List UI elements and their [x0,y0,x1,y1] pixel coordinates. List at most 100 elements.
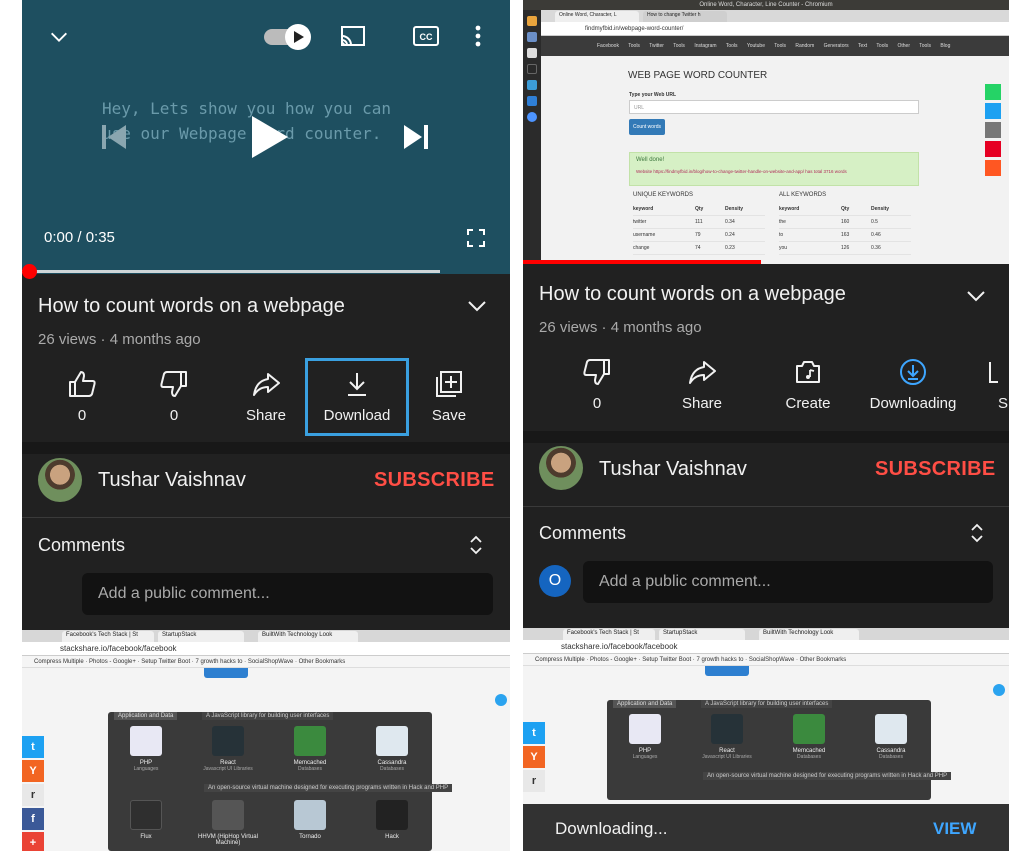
vscode-icon [527,80,537,90]
whatsapp-icon[interactable] [985,84,1001,100]
dislike-button[interactable]: 0 [126,369,222,424]
memcached-logo-icon [793,714,825,744]
progress-bar[interactable] [523,260,762,264]
table-cell: 0.36 [871,245,881,251]
progress-bar[interactable] [22,264,440,279]
table-cell: 74 [695,245,701,251]
plus-icon[interactable]: + [22,832,44,851]
like-button[interactable]: 0 [34,369,130,424]
browser-address-bar: findmyfbid.in/webpage-word-counter/ [541,22,1009,36]
tech-react[interactable]: React Javascript UI Libraries [697,714,757,760]
autoplay-toggle-icon[interactable] [262,22,314,52]
video-player[interactable]: Hey, Lets show you how you can use our W… [22,0,510,279]
expand-description-icon[interactable] [965,288,987,309]
tech-tornado[interactable]: Tornado [280,800,340,840]
channel-name[interactable]: Tushar Vaishnav [599,458,747,481]
url-field[interactable]: URL [629,100,919,114]
browser-tab: BuiltWith Technology Look [258,631,358,642]
more-share-icon[interactable] [985,160,1001,176]
snackbar: Downloading... VIEW [523,804,1009,851]
cast-icon[interactable] [338,24,368,50]
table-cell: 160 [841,219,850,225]
count-words-button[interactable]: Count words [629,119,665,135]
tooltip: A JavaScript library for building user i… [701,700,833,708]
table-header-cell: Qty [841,206,850,212]
tech-hhvm[interactable]: HHVM (HipHop Virtual Machine) [198,800,258,846]
tech-name: Tornado [299,834,321,840]
video-overlay-text: Hey, Lets show you how you can use our W… [102,99,391,143]
play-icon[interactable] [248,114,290,160]
share-label: Share [245,407,287,424]
reddit-icon[interactable]: r [22,784,44,806]
video-title: How to count words on a webpage [38,295,345,317]
next-video-preview[interactable]: Facebook's Tech Stack | St StartupStack … [523,628,1009,851]
table-header-cell: keyword [779,206,800,212]
tech-cassandra[interactable]: Cassandra Databases [861,714,921,760]
download-highlight-box [305,358,409,436]
pinterest-icon[interactable] [985,141,1001,157]
view-button[interactable]: VIEW [933,819,976,839]
subscribe-button[interactable]: SUBSCRIBE [374,469,495,492]
dislike-button[interactable]: 0 [549,357,645,412]
create-button[interactable]: Create [760,357,856,412]
tech-php[interactable]: PHP Languages [116,726,176,772]
captions-icon[interactable]: CC [412,24,440,48]
tech-react[interactable]: React Javascript UI Libraries [198,726,258,772]
fullscreen-icon[interactable] [466,228,486,248]
table-row: to 163 0.46 [779,229,911,242]
table-cell: twitter [633,219,647,225]
tech-php[interactable]: PHP Languages [615,714,675,760]
ycombinator-icon[interactable]: Y [22,760,44,782]
comments-heading[interactable]: Comments [38,535,125,556]
share-sidebar [985,84,1001,180]
subscribe-button[interactable]: SUBSCRIBE [875,458,996,481]
channel-name[interactable]: Tushar Vaishnav [98,469,246,492]
share-button[interactable]: Share [218,369,314,424]
save-button[interactable]: S [955,357,1009,412]
chevron-down-icon[interactable] [48,26,70,48]
more-vert-icon[interactable] [474,24,482,48]
twitter-icon[interactable]: t [523,722,545,744]
tech-stack-panel: Application and Data A JavaScript librar… [108,712,453,851]
terminal-icon [527,64,537,74]
browser-address-bar: stackshare.io/facebook/facebook [523,640,1009,654]
channel-avatar[interactable] [38,458,82,502]
video-player[interactable]: Online Word, Character, Line Counter - C… [523,0,1009,264]
all-keywords-heading: ALL KEYWORDS [779,192,827,198]
tech-category: Javascript UI Libraries [702,754,752,760]
section-divider [22,442,510,454]
tech-category: Javascript UI Libraries [203,766,253,772]
next-video-preview[interactable]: Facebook's Tech Stack | St StartupStack … [22,630,510,851]
right-screenshot: Online Word, Character, Line Counter - C… [523,0,1009,851]
tech-hack[interactable]: Hack [362,800,422,840]
table-cell: 111 [695,219,703,225]
progress-scrubber[interactable] [22,264,37,279]
thumbs-up-icon [69,371,96,397]
tech-memcached[interactable]: Memcached Databases [779,714,839,760]
comment-input[interactable]: Add a public comment... [82,573,493,615]
email-icon[interactable] [985,122,1001,138]
reddit-icon[interactable]: r [523,770,545,792]
channel-avatar[interactable] [539,446,583,490]
tech-memcached[interactable]: Memcached Databases [280,726,340,772]
next-icon[interactable] [402,122,430,152]
twitter-icon[interactable] [985,103,1001,119]
comment-input[interactable]: Add a public comment... [583,561,993,603]
table-header-row: keyword Qty Density [633,203,765,216]
create-icon [796,361,820,383]
tech-cassandra[interactable]: Cassandra Databases [362,726,422,772]
table-cell: 163 [841,232,850,238]
twitter-icon[interactable]: t [22,736,44,758]
facebook-icon[interactable]: f [22,808,44,830]
expand-comments-icon[interactable] [468,533,484,562]
previous-icon[interactable] [100,122,128,152]
downloading-button[interactable]: Downloading [865,357,961,412]
save-button[interactable]: Save [401,369,497,424]
comments-heading[interactable]: Comments [539,523,626,544]
ycombinator-icon[interactable]: Y [523,746,545,768]
url-field-label: Type your Web URL [629,92,677,98]
expand-comments-icon[interactable] [969,521,985,550]
tech-flux[interactable]: Flux [116,800,176,840]
share-button[interactable]: Share [654,357,750,412]
expand-description-icon[interactable] [466,298,488,319]
